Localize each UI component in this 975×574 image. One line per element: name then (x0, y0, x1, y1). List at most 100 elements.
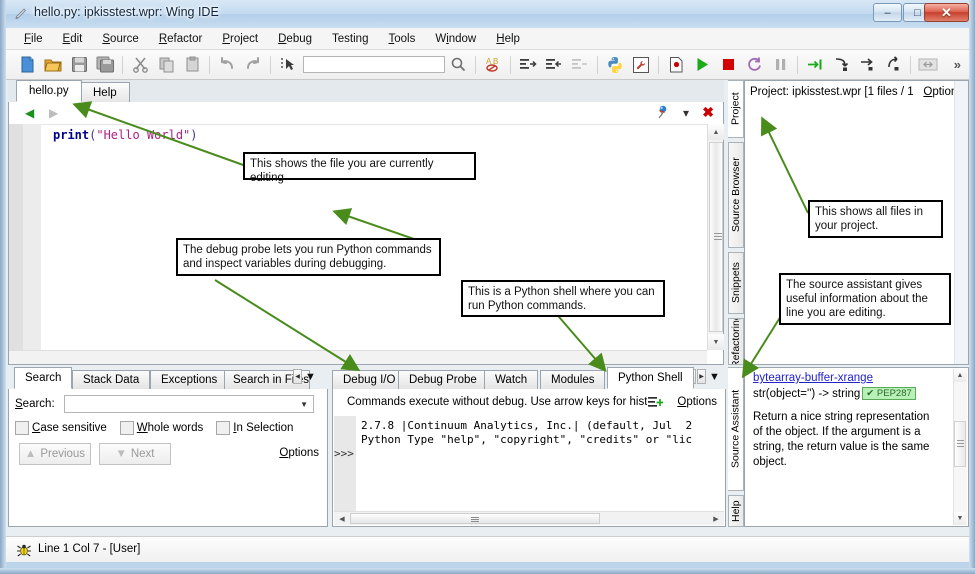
sidebar-tab-snippets[interactable]: Snippets (728, 252, 744, 314)
code-text[interactable]: print("Hello World") (53, 128, 703, 142)
minimize-button[interactable]: – (873, 3, 902, 22)
shell-horizontal-scrollbar[interactable]: ◀ ▶ (334, 511, 724, 525)
scroll-up-arrow-icon[interactable]: ▲ (954, 369, 966, 382)
tab-hello-py[interactable]: hello.py (16, 80, 82, 102)
tab-debug-probe[interactable]: Debug Probe (398, 370, 488, 389)
previous-button[interactable]: ▲ Previous (19, 443, 91, 465)
menu-refactor[interactable]: Refactor (149, 31, 212, 47)
tab-debug-io[interactable]: Debug I/O (332, 370, 406, 389)
sidebar-tab-help[interactable]: Help (728, 495, 744, 527)
menu-edit[interactable]: Edit (53, 31, 93, 47)
pause-icon[interactable] (767, 52, 793, 78)
outdent-left-icon[interactable] (567, 52, 593, 78)
toggle-panel-icon[interactable] (915, 52, 941, 78)
toolbar-overflow-button[interactable]: » (954, 57, 969, 72)
tab-stack-data[interactable]: Stack Data (72, 370, 150, 389)
menu-project[interactable]: Project (212, 31, 268, 47)
project-vertical-scrollbar[interactable] (954, 81, 968, 364)
save-icon[interactable] (66, 52, 92, 78)
tab-watch[interactable]: Watch (484, 370, 538, 389)
run-play-icon[interactable] (689, 52, 715, 78)
hscroll-left-arrow-icon[interactable]: ◀ (335, 512, 349, 525)
tab-modules[interactable]: Modules (540, 370, 605, 389)
pushpin-icon[interactable] (656, 105, 669, 123)
scroll-thumb[interactable] (954, 421, 966, 467)
menu-source[interactable]: Source (92, 31, 148, 47)
nav-back-arrow-icon[interactable]: ◀ (25, 106, 34, 120)
vtab-label: Refactoring (730, 318, 742, 365)
menu-testing[interactable]: Testing (322, 31, 378, 47)
scroll-up-arrow-icon[interactable]: ▲ (708, 124, 724, 140)
shell-options-link[interactable]: Options (677, 396, 717, 408)
tab-list-chevron-icon[interactable]: ▼ (305, 371, 316, 383)
search-options-link[interactable]: Options (279, 447, 319, 459)
checkbox-whole-words[interactable] (120, 421, 134, 435)
redo-icon[interactable] (240, 52, 266, 78)
restart-shell-icon[interactable] (648, 395, 663, 412)
new-file-icon[interactable] (14, 52, 40, 78)
nav-forward-arrow-icon[interactable]: ▶ (49, 106, 58, 120)
scroll-thumb[interactable] (709, 142, 723, 332)
select-pointer-icon[interactable] (275, 52, 301, 78)
step-over-icon[interactable] (828, 52, 854, 78)
paste-icon[interactable] (179, 52, 205, 78)
scroll-down-arrow-icon[interactable]: ▼ (954, 512, 966, 525)
tab-scroll-left-icon[interactable]: ◀ (293, 369, 302, 384)
outdent-right-icon[interactable] (541, 52, 567, 78)
sidebar-tab-project[interactable]: Project (728, 80, 744, 138)
tab-python-shell[interactable]: Python Shell (607, 367, 694, 389)
editor-breakpoint-gutter[interactable] (9, 124, 23, 350)
undo-icon[interactable] (214, 52, 240, 78)
tab-list-chevron-icon[interactable]: ▼ (709, 371, 720, 383)
debug-file-icon[interactable] (663, 52, 689, 78)
cut-icon[interactable] (127, 52, 153, 78)
search-input[interactable]: ▼ (64, 395, 314, 413)
chevron-down-icon[interactable]: ▼ (300, 400, 308, 409)
close-x-icon[interactable]: ✖ (702, 104, 714, 121)
menu-file[interactable]: FFileile (14, 31, 53, 47)
editor-horizontal-scrollbar[interactable] (9, 350, 707, 364)
search-magnifier-icon[interactable] (445, 52, 471, 78)
configure-wrench-icon[interactable] (628, 52, 654, 78)
scroll-down-arrow-icon[interactable]: ▼ (708, 334, 724, 350)
scroll-grip-icon (957, 440, 964, 449)
vtab-label: Help (730, 500, 742, 522)
close-button[interactable]: ✕ (924, 3, 969, 22)
chevron-down-icon[interactable]: ▾ (683, 106, 689, 120)
next-button[interactable]: ▼ Next (99, 443, 171, 465)
stop-square-icon[interactable] (715, 52, 741, 78)
step-arrow-icon[interactable] (880, 52, 906, 78)
assistant-vertical-scrollbar[interactable]: ▲ ▼ (953, 369, 967, 525)
sidebar-tab-source-assistant[interactable]: Source Assistant (728, 367, 744, 491)
tab-exceptions[interactable]: Exceptions (150, 370, 228, 389)
step-into-icon[interactable] (802, 52, 828, 78)
open-folder-icon[interactable] (40, 52, 66, 78)
checkbox-case-sensitive[interactable] (15, 421, 29, 435)
tab-search[interactable]: Search (14, 367, 72, 389)
toolbar-search-input[interactable] (303, 56, 445, 73)
step-out-icon[interactable] (854, 52, 880, 78)
shell-output-text[interactable]: 2.7.8 |Continuum Analytics, Inc.| (defau… (361, 419, 705, 447)
tab-help[interactable]: Help (80, 82, 130, 102)
vtab-label: Project (730, 93, 742, 126)
menu-tools[interactable]: Tools (378, 31, 425, 47)
checkbox-in-selection[interactable] (216, 421, 230, 435)
restart-icon[interactable] (741, 52, 767, 78)
sidebar-tab-source-browser[interactable]: Source Browser (728, 142, 744, 248)
tab-scroll-right-icon[interactable]: ▶ (697, 369, 706, 384)
editor-fold-gutter[interactable] (23, 124, 41, 350)
save-all-icon[interactable] (92, 52, 118, 78)
sidebar-tab-refactoring[interactable]: Refactoring (728, 318, 744, 365)
assistant-symbol-link[interactable]: bytearray-buffer-xrange (753, 372, 873, 384)
editor-vertical-scrollbar[interactable]: ▲ ▼ (707, 124, 723, 350)
hscroll-right-arrow-icon[interactable]: ▶ (709, 512, 723, 525)
toolbar-separator (910, 56, 911, 74)
copy-icon[interactable] (153, 52, 179, 78)
replace-ab-icon[interactable]: AB (480, 52, 506, 78)
indent-lines-icon[interactable] (515, 52, 541, 78)
menu-help[interactable]: Help (486, 31, 530, 47)
python-logo-icon[interactable] (602, 52, 628, 78)
menu-debug[interactable]: Debug (268, 31, 322, 47)
menu-window[interactable]: Window (425, 31, 486, 47)
hscroll-thumb[interactable] (350, 513, 600, 524)
